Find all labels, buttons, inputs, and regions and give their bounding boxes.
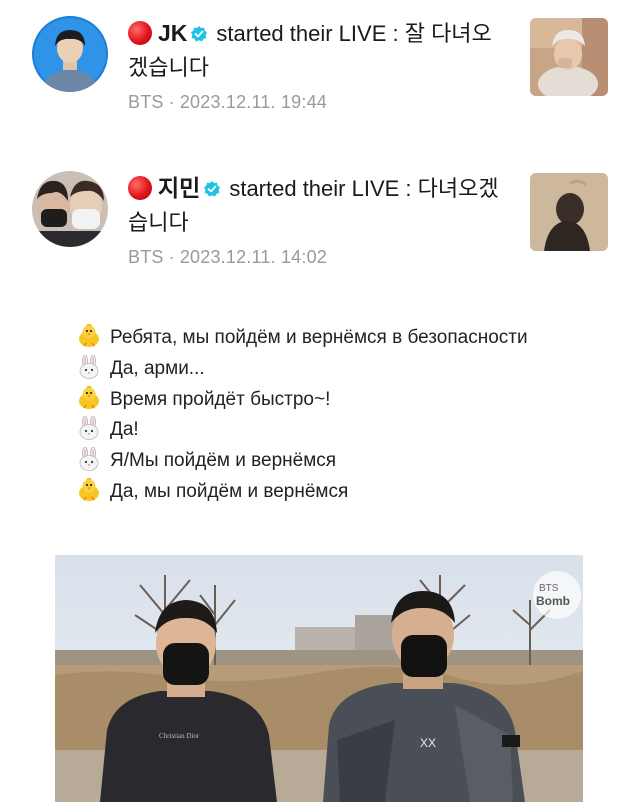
svg-text:XX: XX [420, 736, 436, 750]
meta-separator: · [168, 247, 175, 267]
notification-meta: BTS · 2023.12.11. 19:44 [128, 92, 327, 113]
dialogue-line: Ребята, мы пойдём и вернёмся в безопасно… [76, 323, 596, 354]
verified-badge-icon [204, 181, 221, 197]
notification-text: JK started their LIVE : 잘 다녀오겠습니다 [128, 16, 508, 85]
dialogue-text: Ребята, мы пойдём и вернёмся в безопасно… [110, 327, 528, 348]
live-indicator-icon [128, 21, 152, 45]
svg-text:BTS: BTS [539, 583, 559, 594]
avatar[interactable] [32, 171, 108, 247]
bunny-icon [76, 447, 102, 472]
dialogue-text: Время пройдёт быстро~! [110, 388, 331, 410]
author-name[interactable]: 지민 [158, 175, 200, 201]
dialogue-text: Да, арми... [110, 357, 205, 379]
dialogue-text: Я/Мы пойдём и вернёмся [110, 450, 337, 472]
dialogue-line: Да! [76, 415, 596, 446]
dialogue-text: Да, мы пойдём и вернёмся [110, 480, 349, 502]
svg-text:Christian Dior: Christian Dior [159, 732, 200, 740]
dialogue-line: Я/Мы пойдём и вернёмся [76, 446, 596, 477]
timestamp: 2023.12.11. 14:02 [179, 247, 328, 267]
notification-meta: BTS · 2023.12.11. 14:02 [128, 247, 327, 268]
verified-badge-icon [191, 26, 208, 42]
author-name[interactable]: JK [158, 20, 187, 46]
dialogue-line: Да, мы пойдём и вернёмся [76, 477, 596, 508]
live-indicator-icon [128, 176, 152, 200]
notification-item[interactable]: 지민 started their LIVE : 다녀오겠습니다 BTS · 2023.… [0, 165, 640, 285]
live-thumbnail[interactable] [530, 18, 608, 96]
dialogue-line: Время пройдёт быстро~! [76, 385, 596, 416]
chick-icon [76, 477, 102, 502]
translated-dialogue: Ребята, мы пойдём и вернёмся в безопасно… [76, 323, 596, 508]
dialogue-text: Да! [110, 419, 139, 441]
group-name: BTS [128, 247, 164, 267]
chick-icon [76, 324, 102, 348]
bunny-icon [76, 354, 102, 379]
avatar[interactable] [32, 16, 108, 92]
bunny-icon [76, 416, 102, 441]
notification-text: 지민 started their LIVE : 다녀오겠습니다 [128, 171, 508, 240]
group-name: BTS [128, 92, 164, 112]
chick-icon [76, 385, 102, 410]
svg-text:Bomb: Bomb [536, 594, 570, 608]
video-still-image[interactable]: Christian Dior XX BTS Bomb [55, 555, 583, 802]
meta-separator: · [168, 92, 175, 112]
live-thumbnail[interactable] [530, 173, 608, 251]
timestamp: 2023.12.11. 19:44 [179, 92, 328, 112]
notification-item[interactable]: JK started their LIVE : 잘 다녀오겠습니다 BTS · 202… [0, 10, 640, 130]
dialogue-line: Да, арми... [76, 354, 596, 385]
